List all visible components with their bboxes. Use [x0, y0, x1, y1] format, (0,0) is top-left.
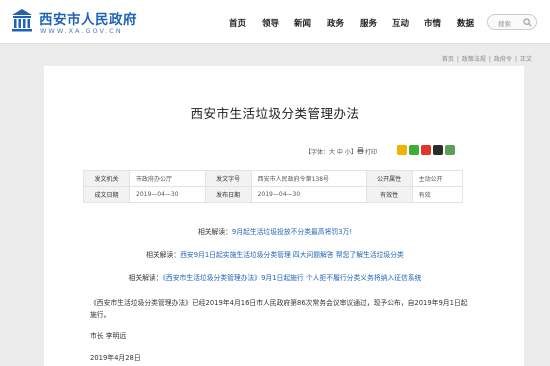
nav-item-affairs[interactable]: 政务	[327, 17, 344, 29]
related-link[interactable]: 西安9月1日起实施生活垃圾分类管理 四大问题解答 帮您了解生活垃圾分类	[180, 251, 404, 259]
meta-key: 公开属性	[365, 170, 413, 187]
printer-icon[interactable]	[357, 147, 364, 154]
site-header: 西安市人民政府 WWW.XA.GOV.CN 首页 领导 新闻 政务 服务 互动 …	[0, 0, 550, 44]
meta-key: 发文字号	[204, 170, 252, 187]
meta-value: 西安市人民政府令第138号	[250, 170, 367, 187]
search-input[interactable]: 搜索	[487, 14, 537, 30]
article-body: 《西安市生活垃圾分类管理办法》已经2019年4月16日市人民政府第86次常务会议…	[90, 299, 468, 319]
meta-key: 发文机关	[83, 170, 130, 187]
document-meta-table: 发文机关 市政府办公厅 发文字号 西安市人民政府令第138号 公开属性 主动公开…	[83, 170, 464, 203]
nav-item-home[interactable]: 首页	[229, 17, 246, 29]
search-icon[interactable]	[523, 18, 532, 27]
related-link[interactable]: 9月起生活垃圾投放不分类最高将罚3万!	[232, 228, 352, 236]
qq-icon[interactable]	[433, 145, 443, 155]
meta-value: 2019—04—30	[250, 186, 367, 203]
nav-item-data[interactable]: 数据	[457, 17, 474, 29]
meta-value: 主动公开	[411, 170, 464, 187]
related-reading-2: 相关解读：西安9月1日起实施生活垃圾分类管理 四大问题解答 帮您了解生活垃圾分类	[0, 249, 550, 259]
wechat-icon[interactable]	[409, 145, 419, 155]
related-reading-3: 相关解读：《西安市生活垃圾分类管理办法》9月1日起施行 个人拒不履行分类义务将纳…	[0, 272, 550, 282]
signature: 市长 李明远	[90, 332, 127, 340]
nav-item-interaction[interactable]: 互动	[392, 17, 409, 29]
related-label: 相关解读：	[197, 228, 232, 236]
nav-item-news[interactable]: 新闻	[294, 17, 311, 29]
site-domain: WWW.XA.GOV.CN	[40, 27, 123, 35]
nav-item-city-info[interactable]: 市情	[424, 17, 441, 29]
douban-icon[interactable]	[445, 145, 455, 155]
breadcrumb: 首页 | 政策法规 | 政府令 | 正文	[441, 56, 532, 63]
meta-value: 市政府办公厅	[129, 170, 206, 187]
meta-value: 2019—04—30	[129, 186, 206, 203]
qzone-icon[interactable]	[397, 145, 407, 155]
nav-item-leaders[interactable]: 领导	[262, 17, 279, 29]
breadcrumb-current: 正文	[519, 56, 532, 63]
site-name[interactable]: 西安市人民政府	[39, 8, 137, 28]
font-size-selector[interactable]: 【字体：大 中 小】	[305, 147, 357, 156]
breadcrumb-decrees[interactable]: 政府令	[494, 56, 512, 63]
print-button[interactable]: 打印	[365, 147, 377, 156]
meta-key: 成文日期	[83, 186, 130, 203]
table-row: 成文日期 2019—04—30 发布日期 2019—04—30 有效性 有效	[83, 186, 464, 203]
related-label: 相关解读：	[128, 274, 163, 282]
meta-value: 有效	[411, 186, 464, 203]
publish-date: 2019年4月28日	[90, 354, 141, 362]
table-row: 发文机关 市政府办公厅 发文字号 西安市人民政府令第138号 公开属性 主动公开	[83, 170, 464, 187]
nav-item-services[interactable]: 服务	[360, 17, 377, 29]
page-title: 西安市生活垃圾分类管理办法	[190, 106, 360, 121]
related-link[interactable]: 《西安市生活垃圾分类管理办法》9月1日起施行 个人拒不履行分类义务将纳入征信系统	[163, 274, 422, 282]
meta-key: 发布日期	[204, 186, 252, 203]
weibo-icon[interactable]	[421, 145, 431, 155]
meta-key: 有效性	[365, 186, 413, 203]
related-label: 相关解读：	[146, 251, 181, 259]
breadcrumb-home[interactable]: 首页	[442, 56, 454, 63]
government-logo-icon[interactable]	[9, 7, 35, 33]
search-placeholder: 搜索	[498, 20, 511, 28]
related-reading-1: 相关解读：9月起生活垃圾投放不分类最高将罚3万!	[0, 226, 550, 236]
breadcrumb-policies[interactable]: 政策法规	[462, 56, 486, 63]
